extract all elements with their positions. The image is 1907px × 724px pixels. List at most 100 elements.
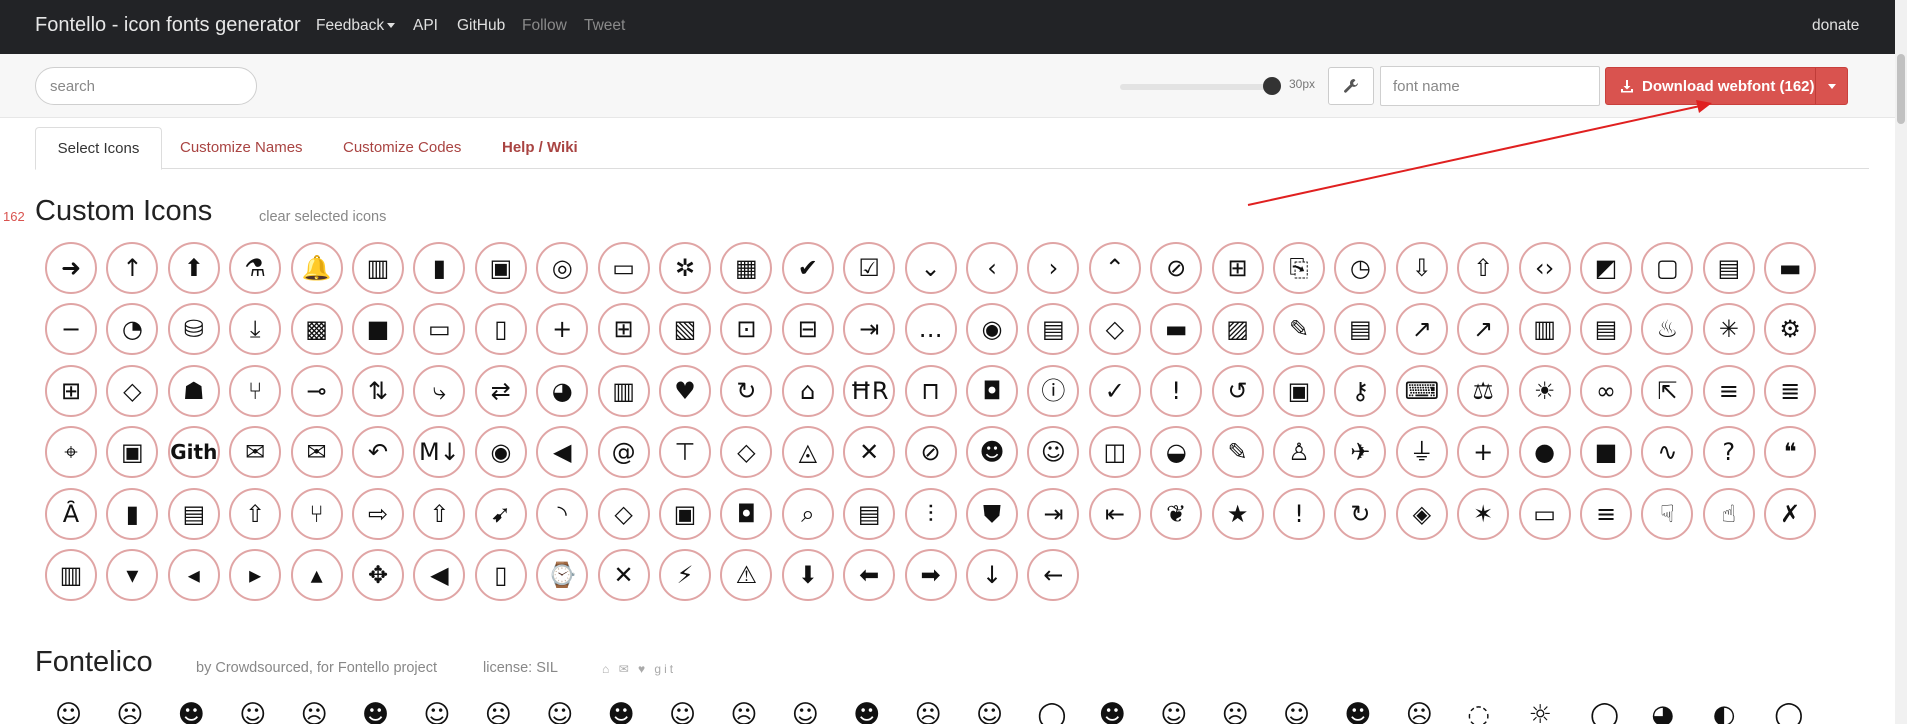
trashcan-icon[interactable]: ▥	[45, 549, 97, 601]
settings-icon[interactable]: ⫶	[904, 487, 957, 540]
dash-icon[interactable]: −	[45, 303, 97, 356]
file-binary-icon[interactable]: ▤	[1027, 303, 1080, 356]
diff-renamed-icon[interactable]: ⇥	[843, 303, 896, 356]
share-icons[interactable]: ⌂ ✉ ♥ git	[602, 662, 676, 676]
incognito-icon[interactable]: ☗	[167, 364, 220, 417]
clock-icon[interactable]: ◷	[1334, 242, 1387, 294]
rss-icon[interactable]: ◝	[536, 487, 589, 540]
fontelico-glyph-icon[interactable]: ☻	[608, 700, 635, 724]
chevron-left-icon[interactable]: ‹	[966, 242, 1018, 294]
font-name-input[interactable]	[1380, 66, 1600, 106]
home-icon[interactable]: ⌂	[781, 364, 834, 417]
sign-out-icon[interactable]: ⇤	[1088, 487, 1141, 540]
fold-icon[interactable]: ✳	[1702, 303, 1755, 356]
horizontal-rule-icon[interactable]: ĦR	[843, 364, 896, 417]
gift-icon[interactable]: ⊞	[45, 364, 97, 417]
watch-icon[interactable]: ⌚	[536, 549, 589, 601]
issue-reopened-icon[interactable]: ↺	[1211, 364, 1264, 417]
rocket-icon[interactable]: ➹	[474, 487, 527, 540]
file-media-icon[interactable]: ▨	[1211, 303, 1264, 356]
question-icon[interactable]: ?	[1702, 426, 1755, 479]
lock-icon[interactable]: ▣	[106, 426, 159, 479]
tab-customize-codes[interactable]: Customize Codes	[343, 127, 461, 169]
circuit-board-icon[interactable]: ⊞	[1211, 242, 1264, 294]
link-external-icon[interactable]: ⇱	[1641, 364, 1694, 417]
diff-removed-icon[interactable]: ⊟	[781, 303, 834, 356]
squirrel-icon[interactable]: ❦	[1150, 487, 1203, 540]
info-icon[interactable]: ⓘ	[1027, 364, 1080, 417]
jersey-icon[interactable]: ◘	[966, 364, 1018, 417]
sign-in-icon[interactable]: ⇥	[1027, 487, 1080, 540]
thumbsup-icon[interactable]: ☝	[1702, 487, 1755, 540]
download-webfont-button[interactable]: Download webfont (162)	[1605, 67, 1848, 105]
fontelico-glyph-icon[interactable]: ☻	[1344, 700, 1371, 724]
contrast-icon[interactable]: ◩	[1580, 242, 1632, 294]
arrow-left-icon[interactable]: ⬅	[843, 549, 896, 601]
reply-icon[interactable]: ↶	[352, 426, 404, 479]
mute-icon[interactable]: ✕	[843, 426, 896, 479]
heart-icon[interactable]: ♥	[659, 364, 711, 417]
tab-help-wiki[interactable]: Help / Wiki	[502, 127, 578, 169]
gear-icon[interactable]: ⚙	[1764, 303, 1817, 356]
clippy-icon[interactable]: ⎘	[1273, 242, 1325, 294]
donate-link[interactable]: donate	[1812, 17, 1859, 35]
ellipsis-icon[interactable]: …	[904, 303, 957, 356]
triangle-up-icon[interactable]: ▴	[290, 549, 343, 601]
chevron-down-icon[interactable]: ⌄	[904, 242, 957, 294]
database-icon[interactable]: ⛁	[167, 303, 220, 356]
list-ordered-icon[interactable]: ≡	[1702, 364, 1755, 417]
file-submodule-icon[interactable]: ▤	[1334, 303, 1387, 356]
file-symlink-file-icon[interactable]: ↗	[1457, 303, 1510, 356]
fontelico-glyph-icon[interactable]: ◯	[1590, 700, 1619, 724]
triangle-down-icon[interactable]: ▾	[106, 549, 159, 601]
monitor-icon[interactable]: ▭	[413, 303, 466, 356]
server-icon[interactable]: ▤	[843, 487, 896, 540]
clear-selected-link[interactable]: clear selected icons	[259, 209, 386, 225]
primitive-dot-icon[interactable]: ●	[1518, 426, 1571, 479]
alert-icon[interactable]: ⚠	[720, 549, 773, 601]
check-icon[interactable]: ✔	[781, 242, 834, 294]
fontelico-glyph-icon[interactable]: ☹	[915, 700, 942, 724]
mortar-board-icon[interactable]: ◬	[781, 426, 834, 479]
fontelico-glyph-icon[interactable]: ☺	[792, 700, 819, 724]
repo-forked-icon[interactable]: ⑂	[290, 487, 343, 540]
fontelico-glyph-icon[interactable]: ◯	[1774, 700, 1803, 724]
dashboard-icon[interactable]: ◔	[106, 303, 159, 356]
fontelico-glyph-icon[interactable]: ☺	[1283, 700, 1310, 724]
location-icon[interactable]: ⌖	[45, 426, 97, 479]
file-pdf-icon[interactable]: ✎	[1273, 303, 1325, 356]
fontelico-glyph-icon[interactable]: ☻	[362, 700, 389, 724]
bug-icon[interactable]: ✲	[659, 242, 711, 294]
git-commit-icon[interactable]: ⊸	[290, 364, 343, 417]
repo-push-icon[interactable]: ⇧	[413, 487, 466, 540]
mark-github-icon[interactable]: ◉	[474, 426, 527, 479]
mobile-icon[interactable]: ▯	[474, 303, 527, 356]
arrow-up-small-icon[interactable]: ↑	[106, 242, 159, 294]
git-branch-icon[interactable]: ⑂	[229, 364, 282, 417]
screen-full-icon[interactable]: ▣	[659, 487, 711, 540]
link-icon[interactable]: ∞	[1580, 364, 1632, 417]
thumbsdown-icon[interactable]: ☟	[1641, 487, 1694, 540]
repo-icon[interactable]: ▮	[106, 487, 159, 540]
fontelico-glyph-icon[interactable]: ☹	[301, 700, 328, 724]
circle-slash-icon[interactable]: ⊘	[1150, 242, 1203, 294]
pencil-icon[interactable]: ✎	[1211, 426, 1264, 479]
zap-icon[interactable]: ⚡	[659, 549, 711, 601]
browser-icon[interactable]: ▭	[597, 242, 650, 294]
git-merge-icon[interactable]: ⤷	[413, 364, 466, 417]
radio-tower-icon[interactable]: Ȃ	[45, 487, 97, 540]
book-open-icon[interactable]: ▥	[352, 242, 404, 294]
globe-icon[interactable]: ◕	[536, 364, 589, 417]
nav-follow[interactable]: Follow	[522, 17, 567, 35]
mail-read-icon[interactable]: ✉	[290, 426, 343, 479]
fontelico-glyph-icon[interactable]: ☺	[423, 700, 450, 724]
settings-button[interactable]	[1328, 67, 1374, 105]
checklist-icon[interactable]: ☑	[843, 242, 896, 294]
plug-icon[interactable]: ⏚	[1395, 426, 1448, 479]
fontelico-glyph-icon[interactable]: ☺	[669, 700, 696, 724]
camera-icon[interactable]: ▩	[290, 303, 343, 356]
triangle-right-icon[interactable]: ▸	[229, 549, 282, 601]
bookmark-icon[interactable]: ▮	[413, 242, 466, 294]
fontelico-glyph-icon[interactable]: ☺	[1160, 700, 1187, 724]
credit-card-icon[interactable]: ▬	[1764, 242, 1817, 294]
